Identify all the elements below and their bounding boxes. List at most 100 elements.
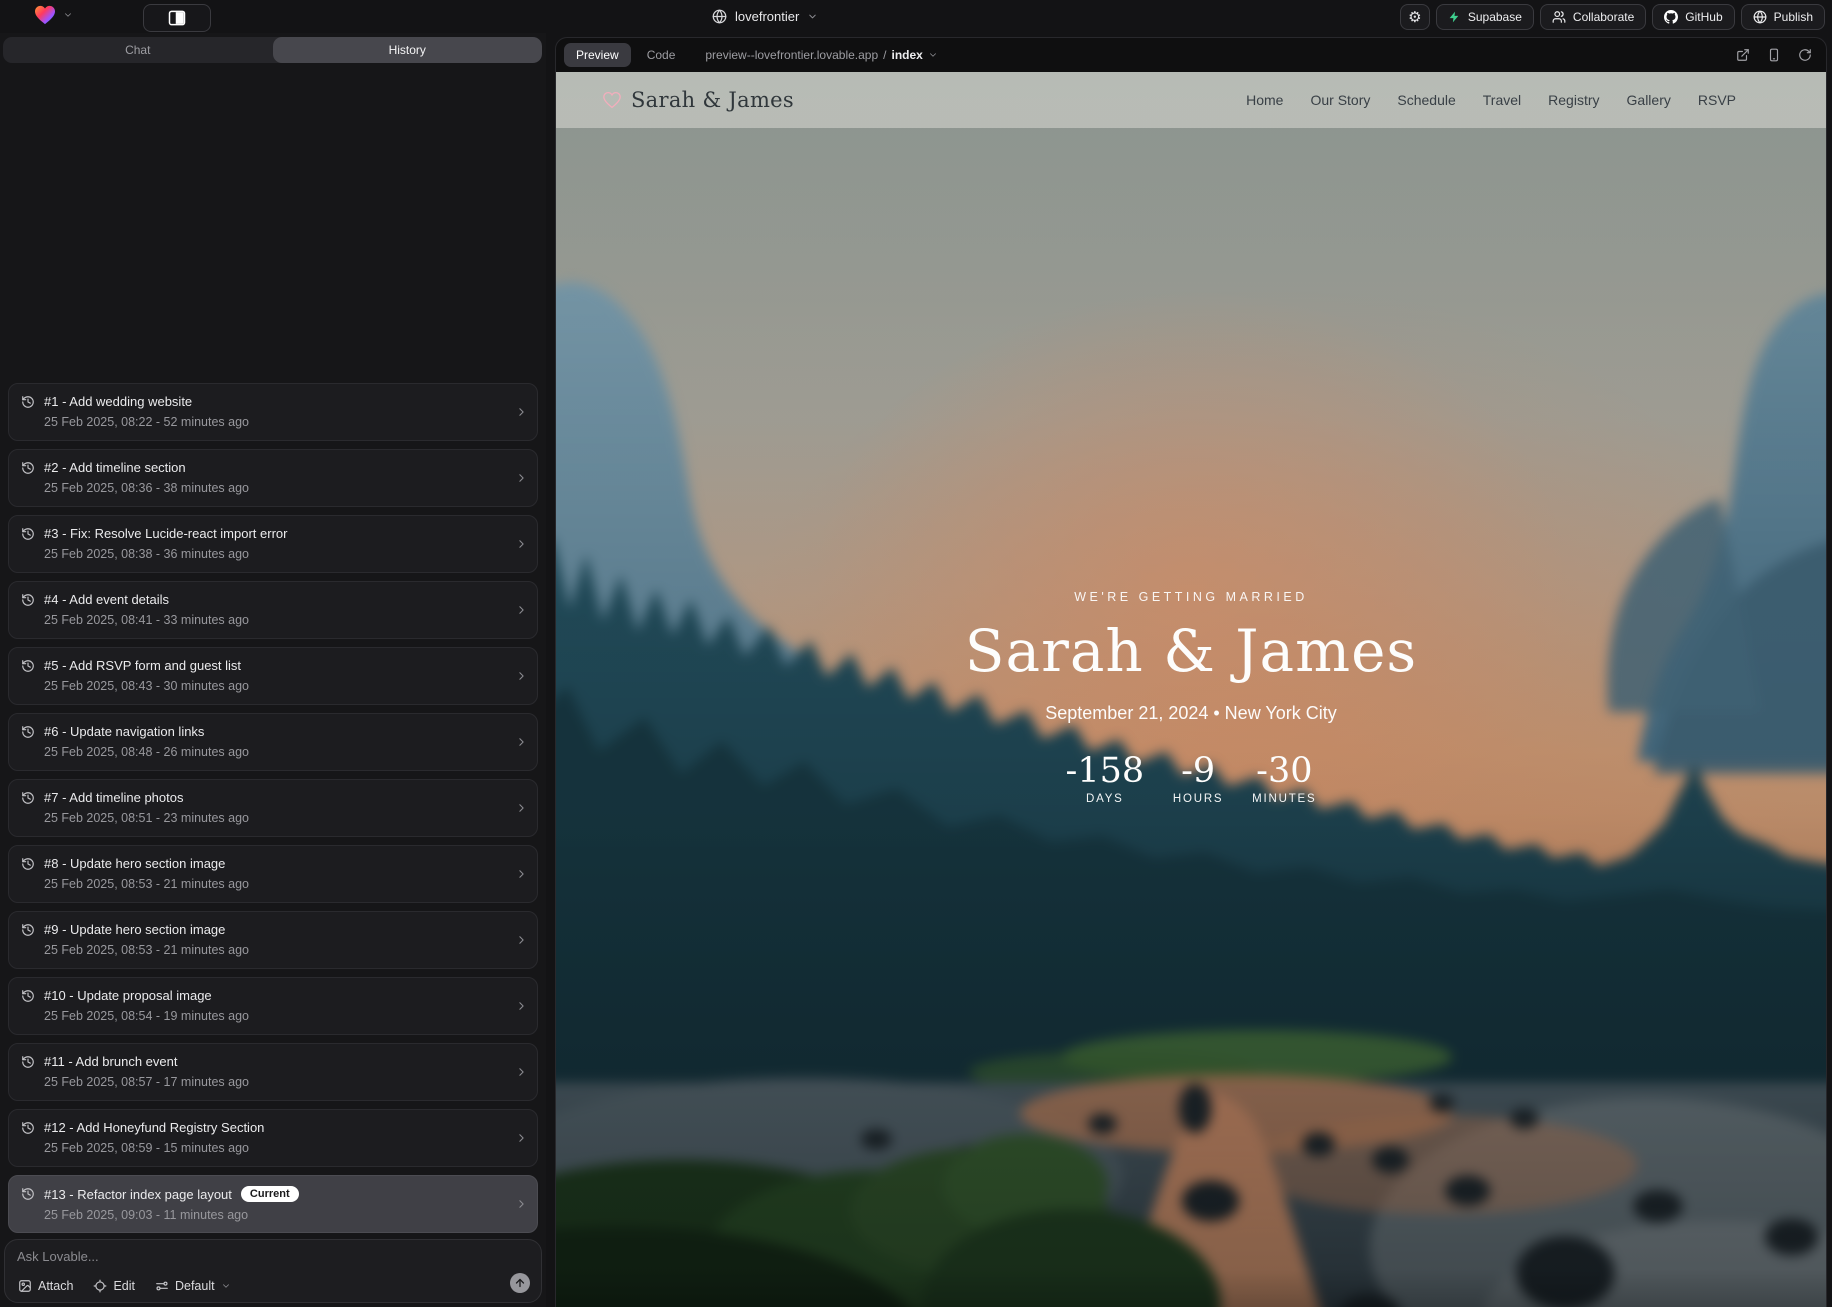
history-item-title: #6 - Update navigation links (44, 724, 204, 739)
publish-button[interactable]: Publish (1741, 4, 1825, 30)
settings-button[interactable]: ⚙ (1400, 4, 1430, 30)
collaborate-label: Collaborate (1573, 10, 1634, 24)
github-icon (1664, 10, 1678, 24)
history-item[interactable]: #1 - Add wedding website 25 Feb 2025, 08… (8, 383, 538, 441)
site-preview: Sarah & James Home Our Story Schedule Trave… (556, 72, 1826, 1307)
history-item-timestamp: 25 Feb 2025, 09:03 - 11 minutes ago (44, 1208, 507, 1222)
chevron-right-icon (515, 802, 528, 815)
countdown-label: DAYS (1066, 793, 1145, 805)
nav-link[interactable]: Travel (1483, 92, 1521, 108)
chevron-right-icon (515, 538, 528, 551)
preview-toolbar: Preview Code preview--lovefrontier.lovab… (556, 38, 1826, 72)
preview-panel: Preview Code preview--lovefrontier.lovab… (555, 37, 1827, 1307)
open-external-button[interactable] (1736, 48, 1750, 62)
countdown-value: -30 (1252, 754, 1316, 789)
history-item[interactable]: #5 - Add RSVP form and guest list 25 Feb… (8, 647, 538, 705)
history-clock-icon (21, 593, 35, 607)
history-item-title: #13 - Refactor index page layout (44, 1187, 232, 1202)
top-bar: lovefrontier ⚙ Supabase Collaborate (0, 0, 1832, 33)
history-item[interactable]: #2 - Add timeline section 25 Feb 2025, 0… (8, 449, 538, 507)
history-clock-icon (21, 1187, 35, 1201)
history-clock-icon (21, 1121, 35, 1135)
refresh-button[interactable] (1798, 48, 1812, 62)
countdown-label: HOURS (1170, 793, 1226, 805)
history-item-title: #10 - Update proposal image (44, 988, 212, 1003)
chevron-down-icon (221, 1281, 231, 1291)
history-clock-icon (21, 527, 35, 541)
tab-preview[interactable]: Preview (564, 43, 631, 67)
tab-code[interactable]: Code (635, 43, 688, 67)
history-item[interactable]: #8 - Update hero section image 25 Feb 20… (8, 845, 538, 903)
github-button[interactable]: GitHub (1652, 4, 1734, 30)
collaborate-button[interactable]: Collaborate (1540, 4, 1646, 30)
history-item[interactable]: #4 - Add event details 25 Feb 2025, 08:4… (8, 581, 538, 639)
nav-link[interactable]: RSVP (1698, 92, 1736, 108)
history-item-title: #4 - Add event details (44, 592, 169, 607)
chevron-right-icon (515, 472, 528, 485)
history-item-timestamp: 25 Feb 2025, 08:41 - 33 minutes ago (44, 613, 507, 627)
history-item-timestamp: 25 Feb 2025, 08:57 - 17 minutes ago (44, 1075, 507, 1089)
prompt-input[interactable] (17, 1249, 347, 1269)
tab-history[interactable]: History (273, 37, 543, 63)
project-switcher[interactable]: lovefrontier (712, 0, 818, 33)
mode-select[interactable]: Default (155, 1279, 231, 1293)
gear-icon: ⚙ (1408, 10, 1421, 25)
send-button[interactable] (510, 1273, 530, 1293)
lovable-logo-menu[interactable] (34, 5, 73, 25)
countdown-value: -158 (1066, 754, 1145, 789)
chevron-right-icon (515, 406, 528, 419)
hero-date-location: September 21, 2024 • New York City (556, 703, 1826, 724)
chevron-right-icon (515, 736, 528, 749)
target-icon (93, 1279, 107, 1293)
publish-label: Publish (1774, 10, 1813, 24)
site-header: Sarah & James Home Our Story Schedule Trave… (556, 72, 1826, 128)
history-item[interactable]: #10 - Update proposal image 25 Feb 2025,… (8, 977, 538, 1035)
preview-url-control[interactable]: preview--lovefrontier.lovable.app / inde… (705, 48, 937, 62)
nav-link[interactable]: Our Story (1310, 92, 1370, 108)
hero-eyebrow: WE'RE GETTING MARRIED (556, 590, 1826, 604)
history-clock-icon (21, 1055, 35, 1069)
site-nav: Home Our Story Schedule Travel Registry Galle… (1246, 92, 1736, 108)
hero-title: Sarah & James (556, 618, 1826, 685)
chevron-right-icon (515, 1132, 528, 1145)
url-host: preview--lovefrontier.lovable.app (705, 48, 878, 62)
attach-button[interactable]: Attach (18, 1279, 73, 1293)
history-item[interactable]: #13 - Refactor index page layout Current… (8, 1175, 538, 1233)
chevron-right-icon (515, 1198, 528, 1211)
url-separator: / (883, 48, 886, 62)
history-item-timestamp: 25 Feb 2025, 08:48 - 26 minutes ago (44, 745, 507, 759)
history-item[interactable]: #9 - Update hero section image 25 Feb 20… (8, 911, 538, 969)
edit-label: Edit (113, 1279, 135, 1293)
mobile-view-button[interactable] (1767, 48, 1781, 62)
chevron-right-icon (515, 604, 528, 617)
nav-link[interactable]: Gallery (1627, 92, 1671, 108)
supabase-button[interactable]: Supabase (1436, 4, 1534, 30)
site-logo-text: Sarah & James (631, 88, 794, 112)
current-badge: Current (241, 1186, 299, 1202)
history-item[interactable]: #12 - Add Honeyfund Registry Section 25 … (8, 1109, 538, 1167)
history-item-title: #3 - Fix: Resolve Lucide-react import er… (44, 526, 287, 541)
history-item-timestamp: 25 Feb 2025, 08:43 - 30 minutes ago (44, 679, 507, 693)
supabase-label: Supabase (1468, 10, 1522, 24)
attach-label: Attach (38, 1279, 73, 1293)
history-item-title: #12 - Add Honeyfund Registry Section (44, 1120, 264, 1135)
history-item[interactable]: #6 - Update navigation links 25 Feb 2025… (8, 713, 538, 771)
sidebar-toggle-button[interactable] (143, 4, 211, 32)
chevron-down-icon (807, 11, 818, 22)
site-logo[interactable]: Sarah & James (602, 88, 794, 112)
history-item[interactable]: #7 - Add timeline photos 25 Feb 2025, 08… (8, 779, 538, 837)
countdown-label: MINUTES (1252, 793, 1316, 805)
history-clock-icon (21, 857, 35, 871)
nav-link[interactable]: Registry (1548, 92, 1599, 108)
tab-chat[interactable]: Chat (3, 37, 273, 63)
hero-section: WE'RE GETTING MARRIED Sarah & James Sept… (556, 590, 1826, 805)
history-item[interactable]: #11 - Add brunch event 25 Feb 2025, 08:5… (8, 1043, 538, 1101)
history-item[interactable]: #3 - Fix: Resolve Lucide-react import er… (8, 515, 538, 573)
history-item-timestamp: 25 Feb 2025, 08:54 - 19 minutes ago (44, 1009, 507, 1023)
edit-button[interactable]: Edit (93, 1279, 135, 1293)
nav-link[interactable]: Home (1246, 92, 1283, 108)
history-item-title: #9 - Update hero section image (44, 922, 225, 937)
history-item-timestamp: 25 Feb 2025, 08:36 - 38 minutes ago (44, 481, 507, 495)
nav-link[interactable]: Schedule (1397, 92, 1455, 108)
chevron-down-icon (928, 50, 938, 60)
